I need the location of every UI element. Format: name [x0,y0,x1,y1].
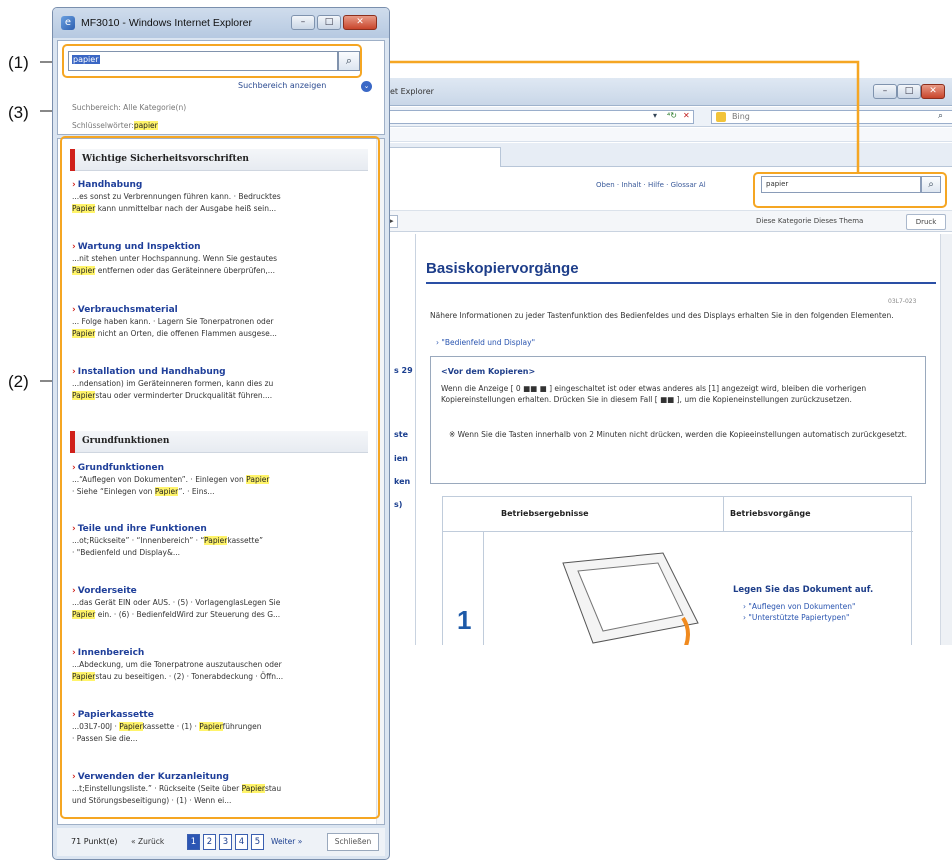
page-4-button[interactable]: 4 [235,834,248,850]
front-title-bar: e MF3010 - Windows Internet Explorer – □… [53,8,389,38]
chevron-down-icon[interactable]: ⌄ [361,81,372,92]
front-maximize-button[interactable]: □ [317,15,341,30]
page-1-button[interactable]: 1 [187,834,200,850]
close-label: Schließen [334,837,372,846]
previous-page-link[interactable]: « Zurück [131,837,164,846]
search-scope-text: Suchbereich: Alle Kategorie(n) [72,103,187,112]
front-window-title: MF3010 - Windows Internet Explorer [81,17,252,29]
keywords-value: papier [133,121,158,130]
results-footer: 71 Punkt(e) « Zurück 1 2 3 4 5 Weiter » … [57,828,385,856]
close-results-button[interactable]: Schließen [327,833,379,851]
front-close-button[interactable]: ✕ [343,15,377,30]
page-5-button[interactable]: 5 [251,834,264,850]
ie-icon: e [61,16,75,30]
highlight-search-input [62,44,362,78]
page-2-button[interactable]: 2 [203,834,216,850]
result-count: 71 Punkt(e) [71,837,118,846]
keywords-label: Schlüsselwörter: [72,121,134,130]
show-search-range-link[interactable]: Suchbereich anzeigen [238,81,326,90]
highlight-results-list [60,136,380,819]
keywords-text: Schlüsselwörter:papier [72,121,158,130]
front-minimize-button[interactable]: – [291,15,315,30]
page-3-button[interactable]: 3 [219,834,232,850]
next-page-link[interactable]: Weiter » [271,837,302,846]
